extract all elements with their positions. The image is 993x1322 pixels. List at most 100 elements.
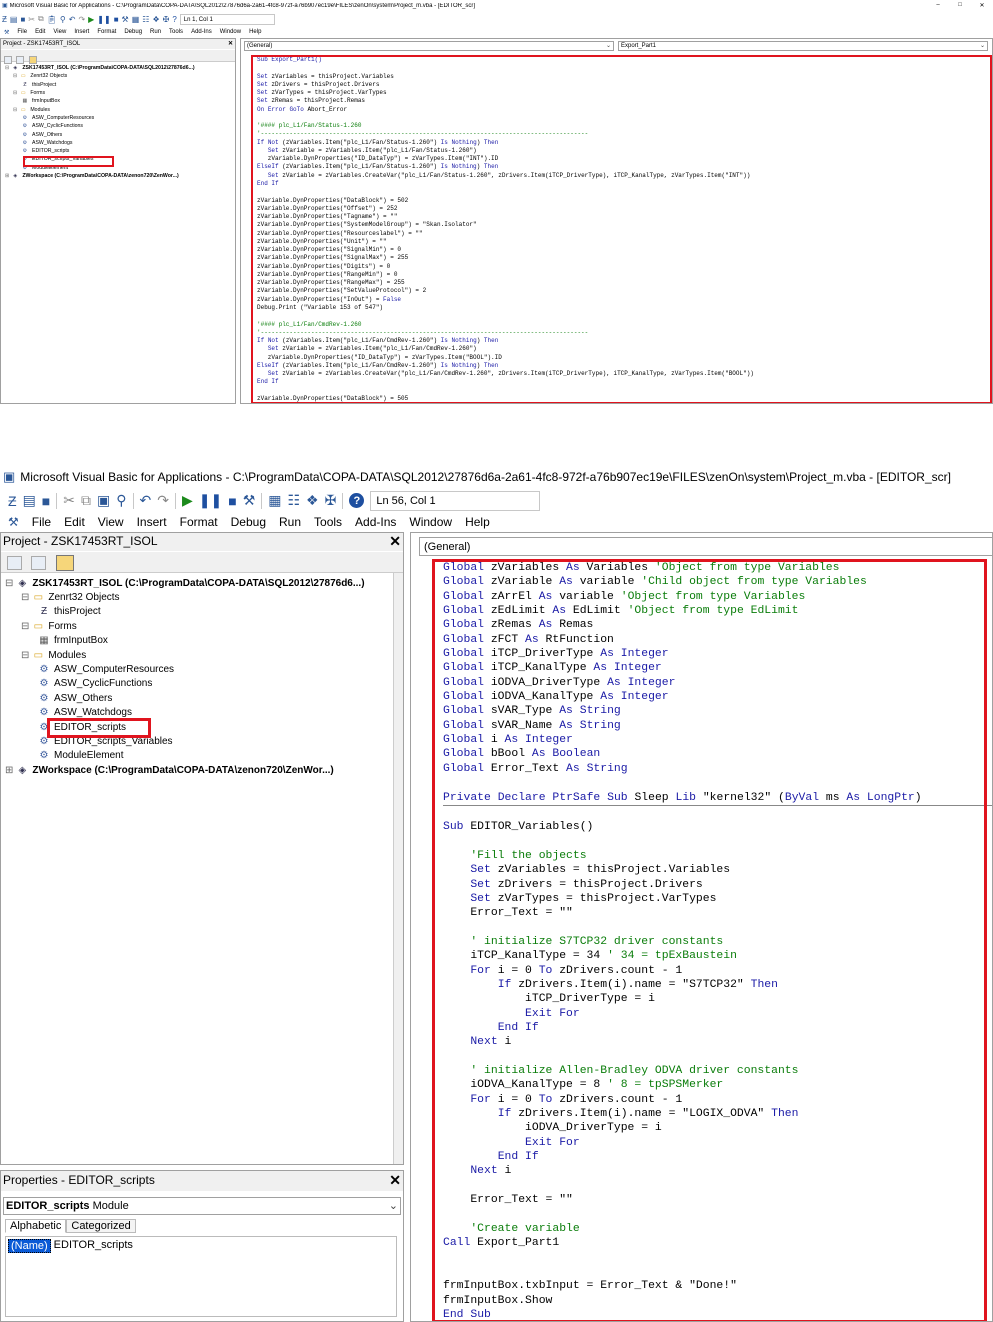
redo-icon[interactable]: ↷ — [157, 492, 169, 509]
code-line[interactable]: 'Fill the objects — [443, 849, 992, 863]
save-icon[interactable]: ■ — [42, 493, 50, 509]
property-value[interactable]: EDITOR_scripts — [51, 1239, 133, 1253]
tree-node[interactable]: ▦ frmInputBox — [37, 634, 108, 648]
code-line[interactable] — [443, 1207, 992, 1221]
collapse-icon[interactable]: ⊟ — [13, 90, 17, 96]
code-line[interactable]: zVariable.DynProperties("DataBlock") = 5… — [257, 395, 992, 403]
tree-node[interactable]: ⚙ ModuleElement — [37, 749, 124, 763]
tree-node[interactable]: ⊟ ▭ Modules — [21, 648, 86, 662]
close-icon[interactable]: ✕ — [228, 39, 233, 49]
cut-icon[interactable]: ✂ — [63, 492, 75, 509]
menu-run[interactable]: Run — [279, 515, 301, 529]
menu-file[interactable]: File — [32, 515, 51, 529]
menu-edit[interactable]: Edit — [35, 29, 45, 35]
tree-node[interactable]: ⊟ ▭ Forms — [21, 619, 77, 633]
code-text[interactable]: Global zVariables As Variables 'Object f… — [443, 561, 992, 1321]
tree-node[interactable]: ⚙ ASW_ComputerResources — [37, 662, 175, 676]
view-code-icon[interactable] — [4, 55, 12, 64]
run-icon[interactable]: ▶ — [88, 15, 94, 24]
project-explorer-icon[interactable]: ▦ — [132, 15, 140, 24]
code-line[interactable]: iTCP_KanalType = 34 ' 34 = tpExBaustein — [443, 949, 992, 963]
tree-node[interactable]: ⊟ ▭ Modules — [13, 106, 50, 114]
tree-node[interactable]: ⚙ ASW_CyclicFunctions — [21, 122, 83, 130]
close-icon[interactable]: ✕ — [389, 533, 401, 550]
code-line[interactable]: '#### plc_L1/Fan/Status-1.260 — [257, 122, 992, 130]
tree-node[interactable]: ⚙ ASW_Watchdogs — [37, 706, 132, 720]
code-line[interactable] — [257, 312, 992, 320]
menu-format[interactable]: Format — [180, 515, 218, 529]
collapse-icon[interactable]: ⊟ — [21, 621, 29, 632]
menu-insert[interactable]: Insert — [137, 515, 167, 529]
find-icon[interactable]: ⚲ — [116, 492, 126, 509]
code-line[interactable]: zVariable.DynProperties("SignalMin") = 0 — [257, 246, 992, 254]
code-line[interactable]: If Not (zVariables.Item("plc_L1/Fan/CmdR… — [257, 337, 992, 345]
code-line[interactable]: Global zVariables As Variables 'Object f… — [443, 561, 992, 575]
code-line[interactable]: Exit For — [443, 1136, 992, 1150]
paste-icon[interactable]: 📋︎ — [47, 15, 57, 24]
collapse-icon[interactable]: ⊟ — [13, 107, 17, 113]
code-line[interactable]: Set zVariable = zVariables.CreateVar("pl… — [257, 370, 992, 378]
view-host-icon[interactable]: Ƶ — [2, 15, 7, 24]
code-line[interactable] — [443, 804, 992, 820]
code-line[interactable]: frmInputBox.Show — [443, 1294, 992, 1308]
code-line[interactable] — [443, 1050, 992, 1064]
code-line[interactable]: Debug.Print ("Variable 153 of 547") — [257, 304, 992, 312]
collapse-icon[interactable]: ⊟ — [5, 578, 13, 589]
paste-icon[interactable]: ▣ — [97, 492, 110, 509]
code-line[interactable]: '---------------------------------------… — [257, 130, 992, 138]
code-line[interactable]: Global zArrEl As variable 'Object from t… — [443, 590, 992, 604]
code-line[interactable] — [443, 776, 992, 790]
code-line[interactable]: zVariable.DynProperties("Tagname") = "" — [257, 213, 992, 221]
property-row[interactable]: (Name) EDITOR_scripts — [8, 1239, 394, 1253]
code-line[interactable]: zVariable.DynProperties("SignalMax") = 2… — [257, 254, 992, 262]
toolbox-icon[interactable]: ✠ — [325, 492, 337, 509]
procedure-dropdown[interactable]: Export_Part1 ⌄ — [618, 41, 988, 51]
tree-node[interactable]: ⊟ ◈ ZSK17453RT_ISOL (C:\ProgramData\COPA-D… — [5, 576, 365, 590]
menu-edit[interactable]: Edit — [64, 515, 85, 529]
code-line[interactable]: ElseIf (zVariables.Item("plc_L1/Fan/Stat… — [257, 163, 992, 171]
code-line[interactable]: ElseIf (zVariables.Item("plc_L1/Fan/CmdR… — [257, 362, 992, 370]
collapse-icon[interactable]: ⊟ — [21, 650, 29, 661]
code-line[interactable]: iODVA_DriverType = i — [443, 1121, 992, 1135]
menu-window[interactable]: Window — [409, 515, 452, 529]
reset-icon[interactable]: ■ — [114, 15, 119, 24]
minimize-button[interactable]: – — [927, 2, 949, 9]
tree-node[interactable]: ⚙ ModuleElement — [21, 164, 68, 172]
toolbox-icon[interactable]: ✠ — [163, 15, 170, 24]
object-dropdown[interactable]: (General) ⌄ — [244, 41, 614, 51]
insert-module-icon[interactable]: ▤ — [10, 15, 18, 24]
code-line[interactable]: Set zDrivers = thisProject.Drivers — [443, 878, 992, 892]
code-line[interactable]: For i = 0 To zDrivers.count - 1 — [443, 1093, 992, 1107]
menu-view[interactable]: View — [98, 515, 124, 529]
copy-icon[interactable]: ⧉ — [81, 492, 91, 509]
code-line[interactable]: End If — [257, 378, 992, 386]
expand-icon[interactable]: ⊞ — [5, 765, 13, 776]
code-line[interactable]: zVariable.DynProperties("SetValueProtoco… — [257, 287, 992, 295]
code-line[interactable] — [443, 921, 992, 935]
code-line[interactable]: Global Error_Text As String — [443, 762, 992, 776]
code-line[interactable] — [257, 114, 992, 122]
code-line[interactable]: Sub Export_Part1() — [257, 56, 992, 64]
toggle-folders-icon[interactable] — [55, 554, 74, 571]
object-browser-icon[interactable]: ❖ — [306, 492, 319, 509]
tree-node[interactable]: ⊟ ◈ ZSK17453RT_ISOL (C:\ProgramData\COPA-D… — [5, 64, 195, 72]
code-line[interactable]: zVariable.DynProperties("ID_DataTyp") = … — [257, 155, 992, 163]
view-object-icon[interactable] — [31, 555, 47, 570]
code-line[interactable]: Error_Text = "" — [443, 1193, 992, 1207]
menu-window[interactable]: Window — [220, 29, 241, 35]
view-host-icon[interactable]: Ƶ — [8, 493, 17, 509]
tree-node[interactable]: ⚙ EDITOR_scripts — [21, 147, 70, 155]
code-line[interactable]: zVariable.DynProperties("RangeMax") = 25… — [257, 279, 992, 287]
menu-help[interactable]: Help — [465, 515, 490, 529]
menu-debug[interactable]: Debug — [124, 29, 142, 35]
code-line[interactable] — [257, 64, 992, 72]
tree-node[interactable]: ⚙ EDITOR_scripts — [37, 720, 127, 734]
code-line[interactable]: Global sVAR_Type As String — [443, 704, 992, 718]
code-line[interactable]: zVariable.DynProperties("SystemModelGrou… — [257, 221, 992, 229]
tree-node[interactable]: ⊞ ◈ ZWorkspace (C:\ProgramData\COPA-DATA\z… — [5, 172, 179, 180]
code-line[interactable]: On Error GoTo Abort_Error — [257, 106, 992, 114]
tree-node[interactable]: ƵthisProject — [37, 605, 101, 619]
code-line[interactable]: End If — [443, 1021, 992, 1035]
code-line[interactable]: ' initialize S7TCP32 driver constants — [443, 935, 992, 949]
tree-node[interactable]: ▦ frmInputBox — [21, 97, 60, 105]
